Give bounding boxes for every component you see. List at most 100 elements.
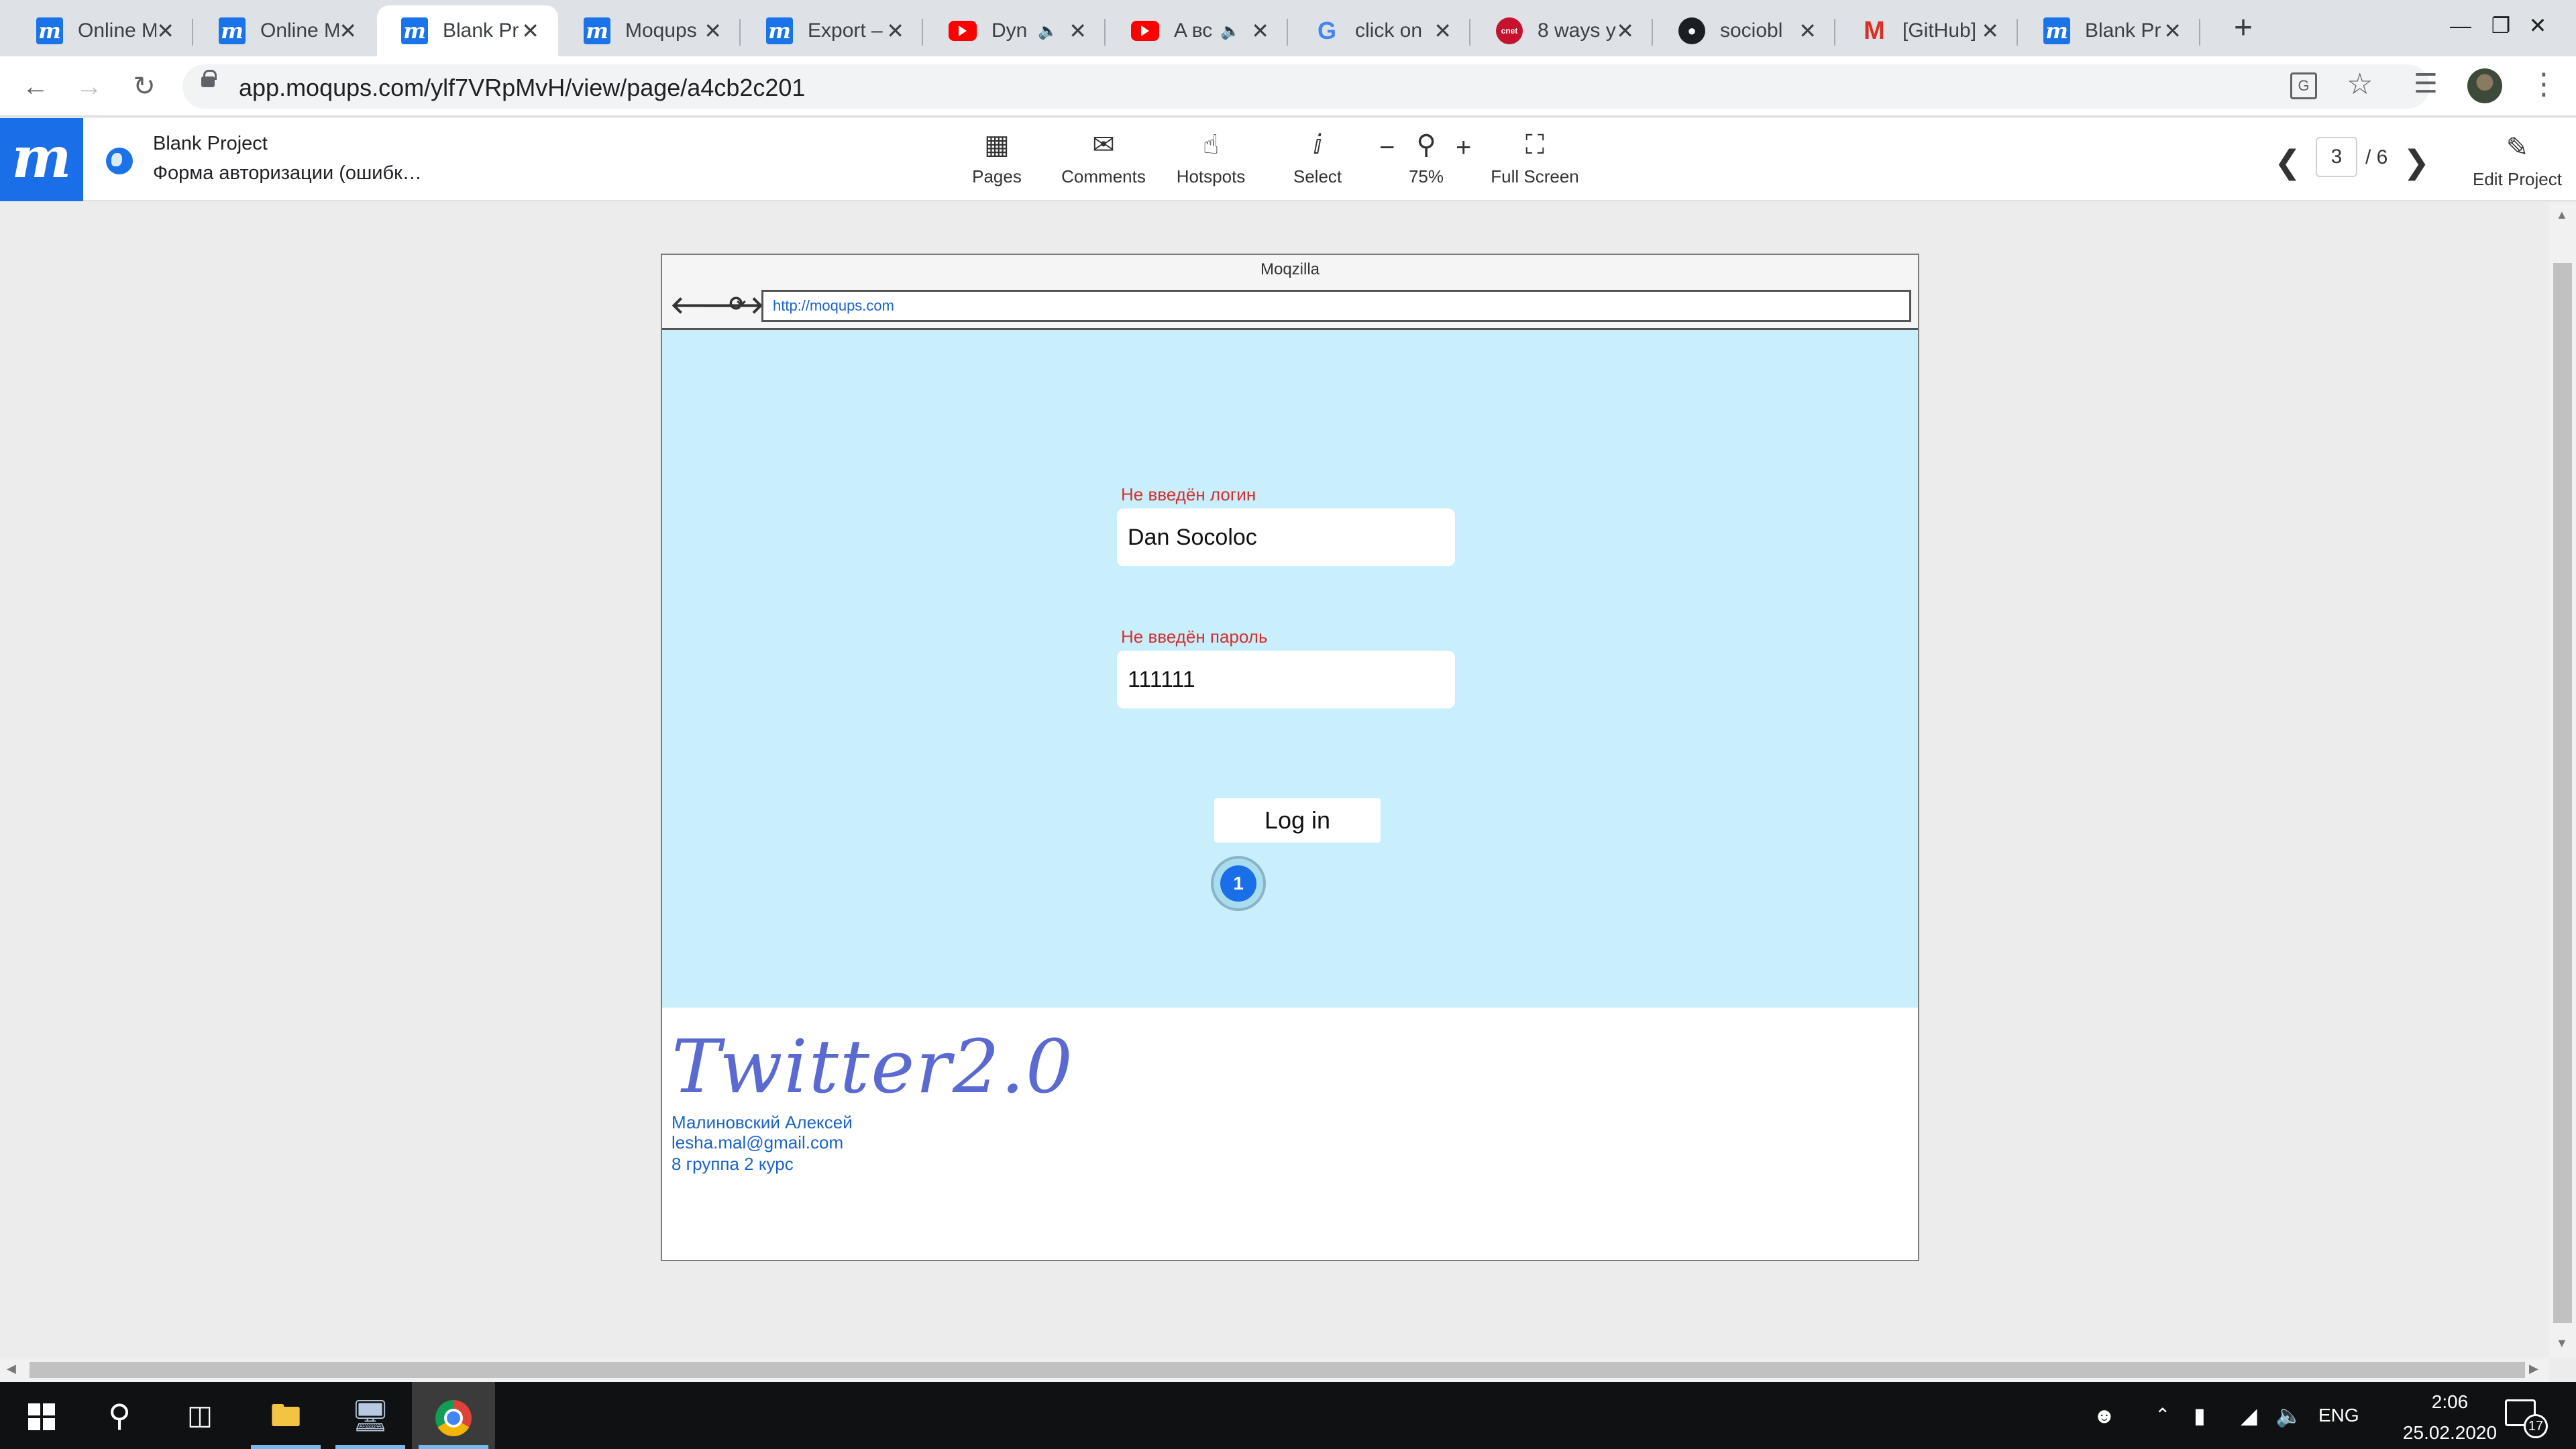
close-tab-icon[interactable]: ✕ — [1616, 18, 1634, 44]
author-group: 8 группа 2 курс — [672, 1154, 794, 1174]
media-control-icon[interactable]: ☰ — [2414, 68, 2438, 99]
project-name: Blank Project — [153, 133, 268, 154]
browser-tab[interactable]: A вс 🔈 ✕ — [1107, 5, 1288, 56]
browser-tab[interactable]: Gclick on ✕ — [1289, 5, 1470, 56]
close-tab-icon[interactable]: ✕ — [1069, 18, 1087, 44]
people-icon[interactable]: ☻ — [2093, 1382, 2116, 1449]
vertical-scrollbar[interactable]: ▲ ▼ — [2549, 203, 2576, 1358]
browser-tab[interactable]: M [GitHub] ✕ — [1837, 5, 2018, 56]
zoom-tool[interactable]: ⚲ 75% — [1399, 127, 1453, 187]
close-window-button[interactable]: ✕ — [2500, 0, 2576, 51]
page-number-input[interactable]: 3 — [2316, 137, 2357, 177]
hotspots-tool[interactable]: ☝ Hotspots — [1174, 127, 1248, 187]
show-hidden-icons-icon[interactable]: ⌃ — [2155, 1382, 2170, 1449]
globe-icon[interactable] — [106, 148, 133, 174]
scroll-right-arrow-icon[interactable]: ▶ — [2529, 1362, 2538, 1376]
close-tab-icon[interactable]: ✕ — [2163, 18, 2182, 44]
bookmark-star-icon[interactable]: ☆ — [2347, 67, 2373, 101]
author-email: lesha.mal@gmail.com — [672, 1132, 844, 1152]
mockup-reload-icon[interactable]: ⟳ — [729, 292, 746, 316]
address-bar[interactable]: app.moqups.com/ylf7VRpMvH/view/page/a4cb… — [182, 64, 2430, 109]
file-explorer-icon[interactable]: 🖿 — [244, 1382, 327, 1449]
scroll-left-arrow-icon[interactable]: ◀ — [7, 1362, 16, 1376]
close-tab-icon[interactable]: ✕ — [1251, 18, 1269, 44]
new-tab-button[interactable]: + — [2223, 9, 2263, 50]
zoom-level: 75% — [1408, 166, 1444, 186]
tab-separator — [739, 19, 741, 46]
browser-tab[interactable]: m Online M ✕ — [12, 5, 193, 56]
tab-title: Moqups — [625, 19, 697, 42]
moqups-logo[interactable]: m — [0, 118, 83, 201]
comments-tool[interactable]: ✉ Comments — [1059, 127, 1148, 187]
reload-button[interactable]: ↻ — [125, 67, 164, 106]
back-button[interactable]: ← — [16, 67, 55, 106]
browser-tab[interactable]: cnet 8 ways y ✕ — [1472, 5, 1653, 56]
browser-tab[interactable]: m Online M ✕ — [195, 5, 376, 56]
close-tab-icon[interactable]: ✕ — [521, 18, 539, 44]
browser-tab[interactable]: m Export – ✕ — [742, 5, 923, 56]
next-page-button[interactable]: ❯ — [2403, 144, 2430, 181]
windows-start-icon[interactable] — [0, 1382, 83, 1449]
login-input[interactable]: Dan Socoloc — [1117, 508, 1455, 566]
browser-tab[interactable]: ● sociobl ✕ — [1654, 5, 1835, 56]
fullscreen-icon: ⛶ — [1525, 130, 1544, 160]
tab-separator — [2199, 19, 2200, 46]
browser-tab[interactable]: m Blank Pr ✕ — [2019, 5, 2200, 56]
close-tab-icon[interactable]: ✕ — [1434, 18, 1452, 44]
select-tool[interactable]: ⅈ Select — [1285, 127, 1350, 187]
clock-time[interactable]: 2:06 — [2396, 1391, 2504, 1413]
scroll-down-arrow-icon[interactable]: ▼ — [2556, 1336, 2568, 1350]
browser-tab[interactable]: m Blank Pr ✕ — [377, 5, 558, 56]
browser-tab[interactable]: m Moqups ✕ — [559, 5, 741, 56]
volume-icon[interactable]: 🔈 — [2275, 1382, 2302, 1449]
speaker-icon[interactable]: 🔈 — [1038, 21, 1058, 41]
browser-tab-strip: m Online M ✕ m Online M ✕ m Blank Pr ✕ m Moqups ✕ m E… — [0, 0, 2576, 56]
close-tab-icon[interactable]: ✕ — [704, 18, 722, 44]
zoom-out-button[interactable]: − — [1379, 133, 1395, 163]
tab-title: 8 ways y — [1538, 19, 1616, 42]
lock-icon[interactable] — [201, 70, 217, 87]
battery-icon[interactable]: ▮ — [2194, 1382, 2206, 1449]
forward-button[interactable]: → — [70, 67, 109, 106]
search-icon[interactable]: ⚲ — [78, 1382, 161, 1449]
horizontal-scroll-thumb[interactable] — [30, 1362, 2525, 1378]
language-indicator[interactable]: ENG — [2318, 1382, 2359, 1449]
brand-logo: Twitter2.0 — [672, 1024, 1074, 1110]
close-tab-icon[interactable]: ✕ — [156, 18, 174, 44]
vertical-scroll-thumb[interactable] — [2553, 263, 2572, 1323]
profile-avatar[interactable] — [2467, 68, 2502, 103]
zoom-in-button[interactable]: + — [1456, 133, 1471, 163]
horizontal-scrollbar[interactable]: ◀ ▶ — [0, 1358, 2549, 1382]
notification-count-badge[interactable]: 17 — [2524, 1414, 2548, 1438]
task-view-icon[interactable]: ◫ — [158, 1382, 241, 1449]
tab-title: [GitHub] — [1902, 19, 1977, 42]
login-button[interactable]: Log in — [1214, 798, 1381, 843]
close-tab-icon[interactable]: ✕ — [1981, 18, 1999, 44]
pages-label: Pages — [972, 166, 1022, 186]
browser-tab[interactable]: Dyn 🔈 ✕ — [924, 5, 1106, 56]
hotspot-marker[interactable]: 1 — [1211, 856, 1266, 911]
tab-separator — [2017, 19, 2018, 46]
remote-desktop-icon[interactable]: 🖥 — [329, 1382, 412, 1449]
browser-menu-icon[interactable]: ⋮ — [2529, 67, 2559, 101]
fullscreen-tool[interactable]: ⛶ Full Screen — [1488, 127, 1582, 187]
edit-project-button[interactable]: ✎ Edit Project — [2473, 130, 2562, 190]
password-input[interactable]: 111111 — [1117, 651, 1455, 708]
tab-separator — [922, 19, 923, 46]
wifi-icon[interactable]: ◢ — [2241, 1382, 2257, 1449]
close-tab-icon[interactable]: ✕ — [339, 18, 357, 44]
close-tab-icon[interactable]: ✕ — [886, 18, 904, 44]
speaker-icon[interactable]: 🔈 — [1220, 21, 1240, 41]
previous-page-button[interactable]: ❮ — [2274, 144, 2301, 181]
scroll-up-arrow-icon[interactable]: ▲ — [2556, 208, 2568, 222]
chrome-taskbar-icon[interactable] — [412, 1382, 495, 1449]
url-text[interactable]: app.moqups.com/ylf7VRpMvH/view/page/a4cb… — [239, 74, 805, 102]
translate-icon[interactable]: G — [2290, 72, 2317, 99]
close-tab-icon[interactable]: ✕ — [1799, 18, 1817, 44]
mockup-url-field[interactable]: http://moqups.com — [761, 290, 1911, 322]
comments-icon: ✉ — [1092, 130, 1115, 160]
youtube-icon — [1131, 21, 1159, 41]
tab-title: Export – — [808, 19, 883, 42]
pages-tool[interactable]: ▦ Pages — [970, 127, 1024, 187]
clock-date[interactable]: 25.02.2020 — [2390, 1422, 2510, 1444]
